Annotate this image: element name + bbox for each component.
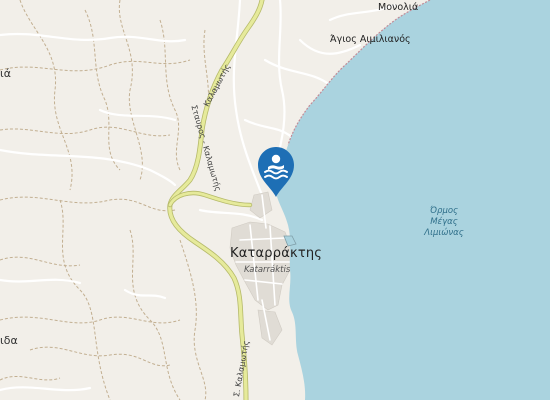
label-monolia: Μονολιά	[378, 2, 419, 13]
map-base-layer	[0, 0, 550, 400]
map-view[interactable]: Καλαμωτής Σταυρος - Καλαμωτής Σ. Καλαμωτ…	[0, 0, 550, 400]
label-bay: Όρμος Μέγας Λιμιώνας	[412, 206, 476, 239]
label-agios-aimilianos: Άγιος Αιμιλιανός	[330, 34, 411, 45]
label-katarraktis-latin: Katarráktis	[244, 265, 291, 275]
map-marker[interactable]	[254, 145, 298, 199]
label-bay-line2: Μέγας	[430, 217, 458, 227]
label-bay-line3: Λιμιώνας	[424, 228, 464, 238]
label-katarraktis: Καταρράκτης	[230, 246, 323, 261]
swimming-icon	[258, 147, 294, 197]
label-bay-line1: Όρμος	[429, 206, 459, 216]
label-left-top: ιά	[0, 67, 11, 80]
label-left-bottom: ιδα	[0, 334, 18, 347]
